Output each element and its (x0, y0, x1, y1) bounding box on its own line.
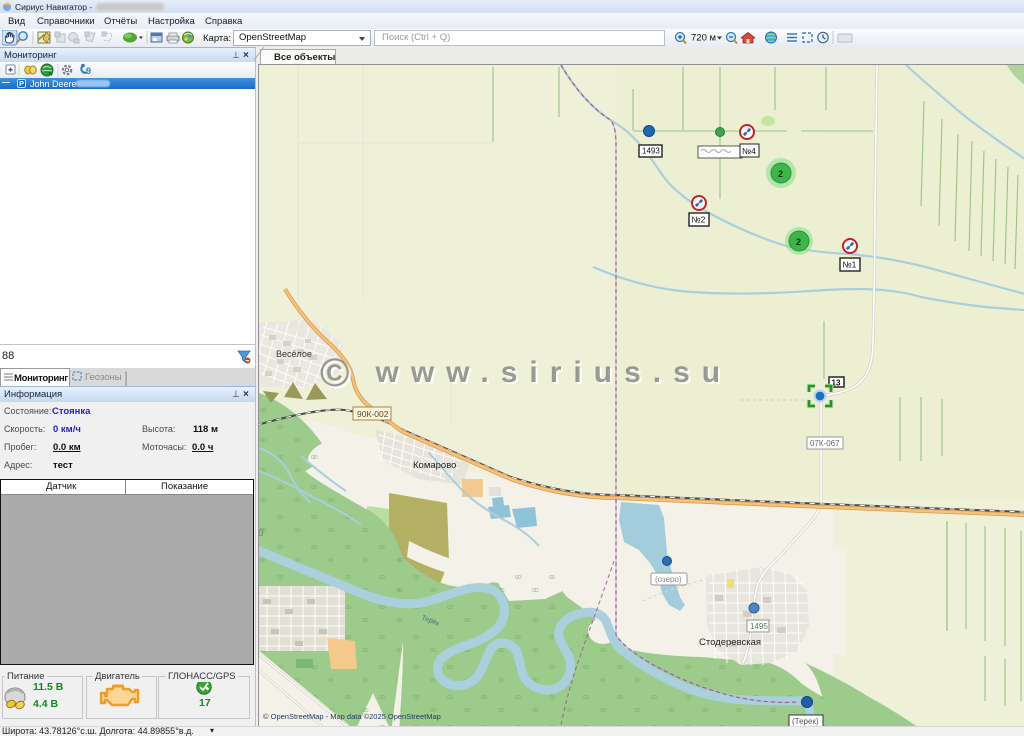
svg-text:(Терек): (Терек) (792, 717, 819, 726)
svg-text:1493: 1493 (642, 147, 660, 156)
svg-text:й: й (259, 528, 264, 539)
svg-text:№4: №4 (742, 146, 756, 156)
svg-text:720 м: 720 м (691, 33, 716, 44)
svg-text:Весёлое: Весёлое (276, 349, 312, 359)
svg-text:№1: №1 (843, 260, 857, 270)
svg-text:(озеро): (озеро) (655, 575, 682, 584)
svg-text:2: 2 (778, 169, 783, 179)
svg-text:9: 9 (86, 66, 91, 76)
svg-text:2: 2 (796, 237, 801, 247)
svg-text:Стодеревская: Стодеревская (699, 637, 761, 648)
svg-text:90К-002: 90К-002 (357, 409, 389, 419)
svg-text:№2: №2 (692, 215, 706, 225)
svg-text:1495: 1495 (750, 622, 768, 631)
svg-text:Комарово: Комарово (413, 460, 456, 471)
svg-text:07К-067: 07К-067 (810, 439, 840, 448)
